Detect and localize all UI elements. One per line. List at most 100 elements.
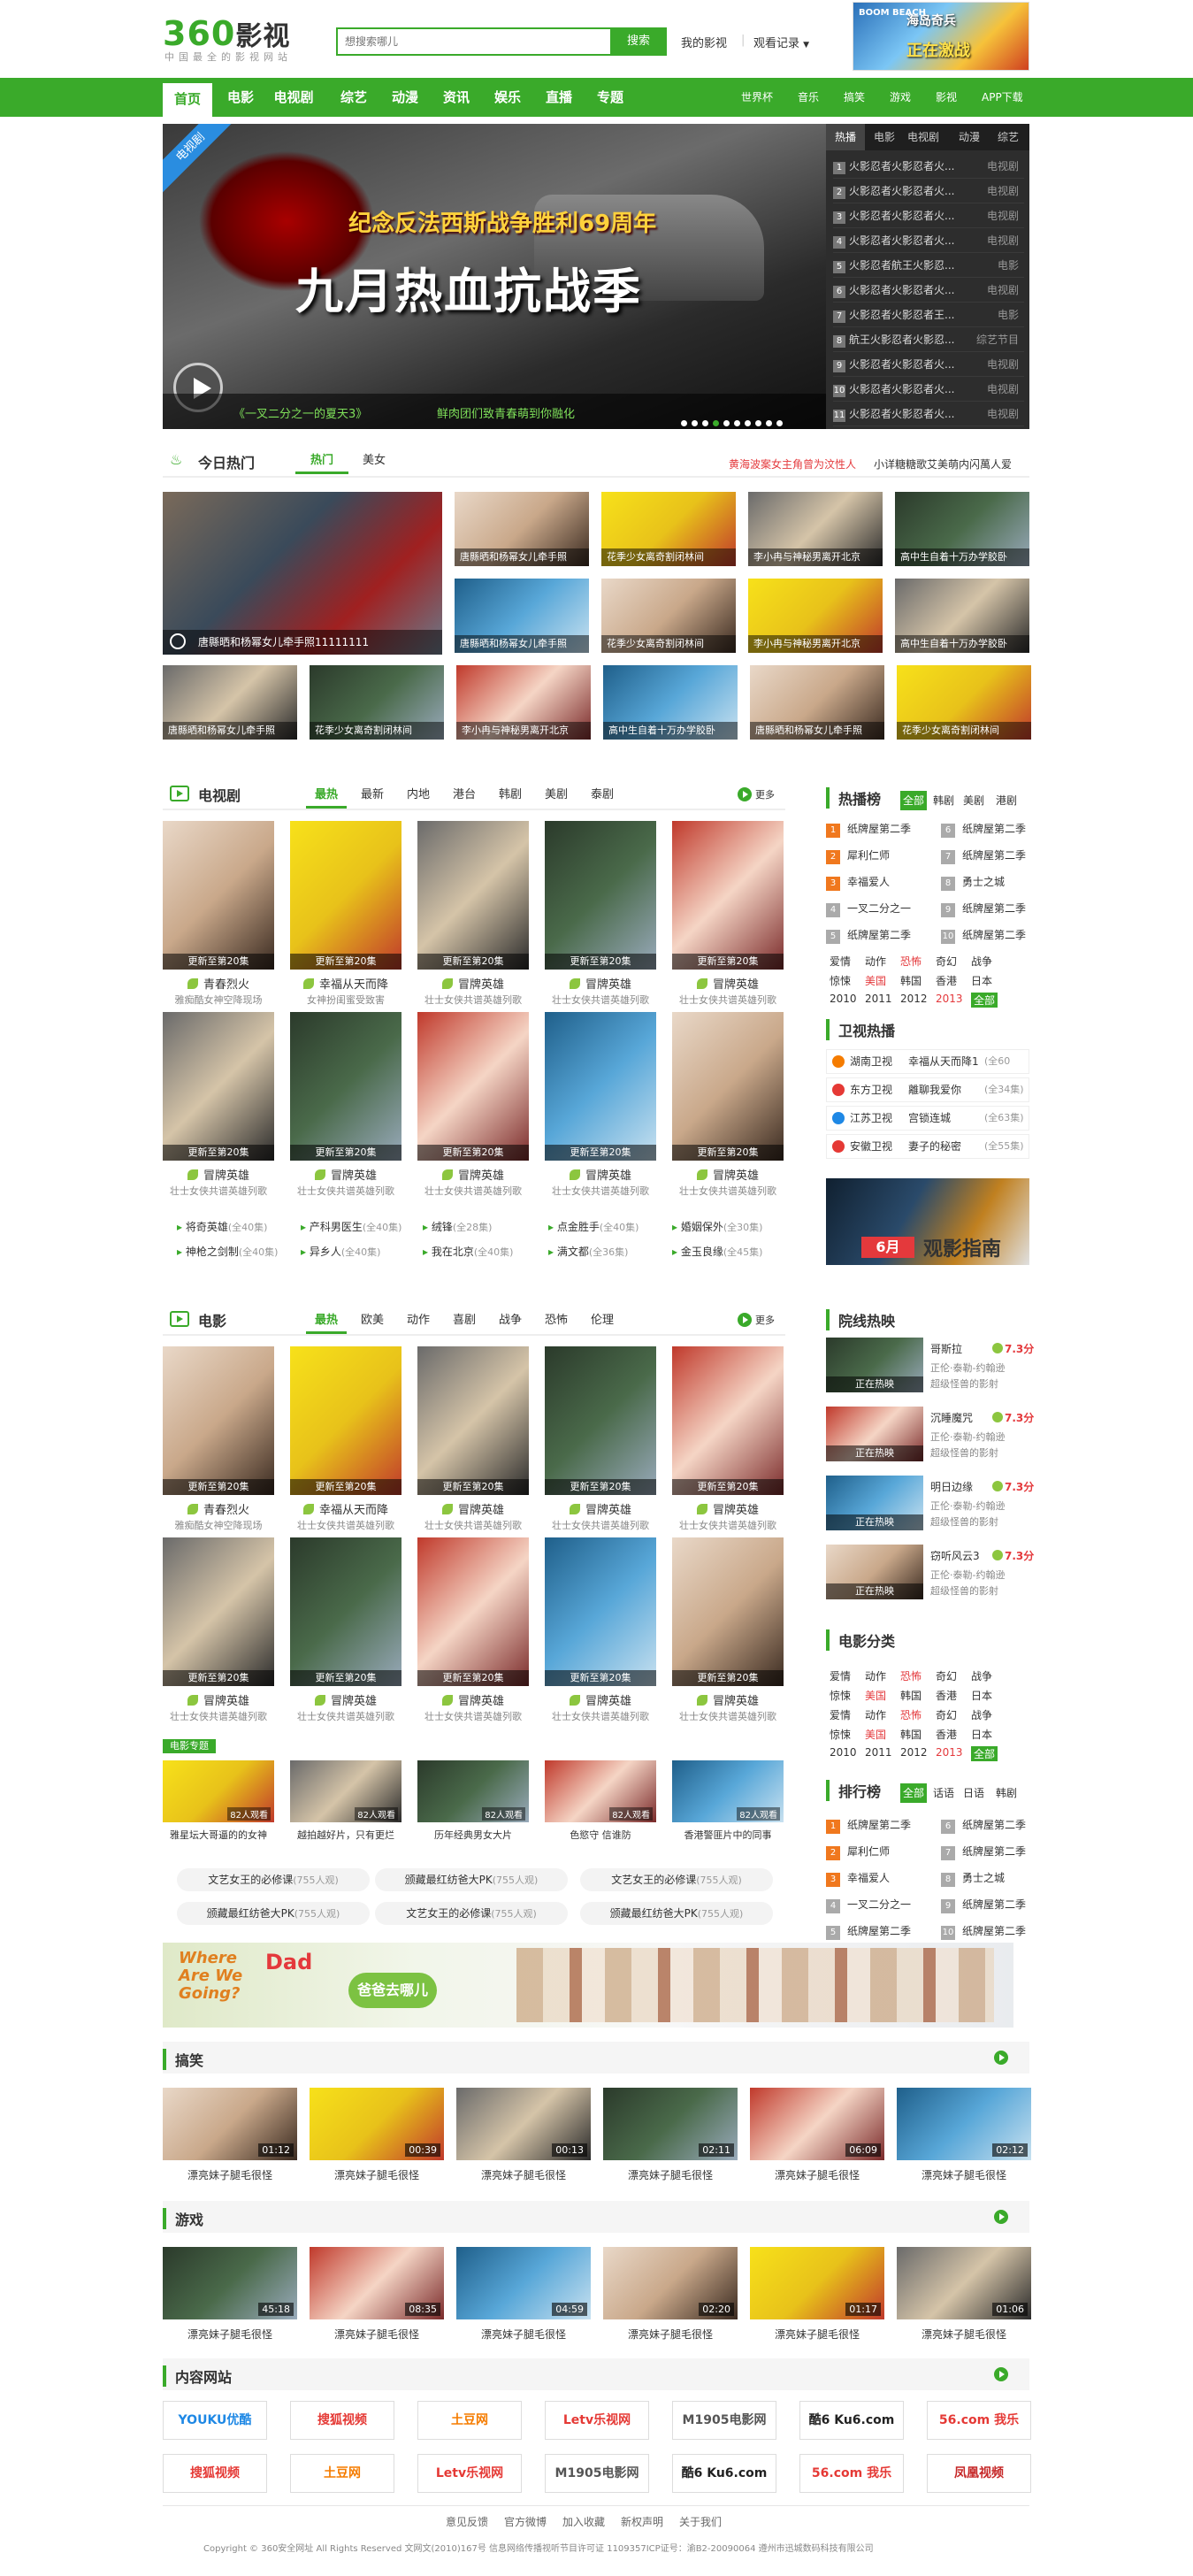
nav-ent[interactable]: 娱乐 xyxy=(483,78,532,117)
nav-game[interactable]: 游戏 xyxy=(890,78,911,117)
partner-logo[interactable]: 搜狐视频 xyxy=(163,2454,267,2493)
class-link[interactable]: 爱情 xyxy=(830,1668,851,1683)
class-link[interactable]: 恐怖 xyxy=(900,954,922,969)
rank-item[interactable]: 1 纸牌屋第二季 xyxy=(826,819,911,839)
nav-funny[interactable]: 搞笑 xyxy=(844,78,865,117)
tv-link[interactable]: ▸ 神枪之剑制(全40集) xyxy=(177,1244,278,1259)
class-link[interactable]: 惊悚 xyxy=(830,973,851,988)
tab-western[interactable]: 欧美 xyxy=(352,1307,393,1334)
pager-dot[interactable] xyxy=(734,420,740,426)
hot-row[interactable]: 7 火影忍者火影忍者王... 电影 xyxy=(833,303,1024,327)
special-title[interactable]: 色慾守 信谁防 xyxy=(545,1828,656,1842)
class-link[interactable]: 日本 xyxy=(971,1727,992,1742)
partner-logo[interactable]: 56.com 我乐 xyxy=(927,2401,1031,2440)
today-thumb[interactable]: 唐縣晒和杨幂女儿牵手照 xyxy=(163,665,297,740)
footer-link[interactable]: 关于我们 xyxy=(679,2514,722,2529)
cinema-thumb[interactable]: 正在热映 xyxy=(826,1545,923,1599)
news-link[interactable]: 黄海波案女主角曾为汶性人 xyxy=(729,456,856,472)
class-link[interactable]: 韩国 xyxy=(900,1688,922,1703)
rank-item[interactable]: 4 一叉二分之一 xyxy=(826,899,911,918)
banner-caption-right[interactable]: 鲜肉团们致青春萌到你融化 xyxy=(437,404,575,421)
class-link[interactable]: 美国 xyxy=(865,1727,886,1742)
class-link[interactable]: 战争 xyxy=(971,1707,992,1722)
rank-item[interactable]: 10 纸牌屋第二季 xyxy=(941,925,1026,945)
today-thumb[interactable]: 花季少女离奇割闭林间 xyxy=(310,665,444,740)
hot-row[interactable]: 6 火影忍者火影忍者火... 电视剧 xyxy=(833,278,1024,303)
class-link[interactable]: 战争 xyxy=(971,1668,992,1683)
rank-tab-korean[interactable]: 韩剧 xyxy=(930,791,957,810)
partner-logo[interactable]: 土豆网 xyxy=(290,2454,394,2493)
rank-item[interactable]: 6 纸牌屋第二季 xyxy=(941,819,1026,839)
class-link[interactable]: 日本 xyxy=(971,973,992,988)
tab-horror[interactable]: 恐怖 xyxy=(536,1307,577,1334)
video-thumb[interactable]: 01:12 xyxy=(163,2088,297,2160)
class-link[interactable]: 2012 xyxy=(900,993,928,1005)
pager-dot[interactable] xyxy=(681,420,687,426)
tv-link[interactable]: ▸ 满文都(全36集) xyxy=(548,1244,628,1259)
tv-link[interactable]: ▸ 将奇英雄(全40集) xyxy=(177,1219,267,1234)
poster[interactable]: 更新至第20集 xyxy=(290,1346,401,1495)
class-link[interactable]: 奇幻 xyxy=(936,1707,957,1722)
video-title[interactable]: 漂亮妹子腿毛很怪 xyxy=(897,2167,1031,2182)
poster[interactable]: 更新至第20集 xyxy=(545,1012,656,1161)
cinema-title[interactable]: 明日边缘 xyxy=(930,1479,973,1494)
video-title[interactable]: 漂亮妹子腿毛很怪 xyxy=(456,2327,591,2342)
guide-ad[interactable]: 6月 观影指南 xyxy=(826,1178,1029,1265)
nav-film[interactable]: 影视 xyxy=(936,78,957,117)
class-link[interactable]: 恐怖 xyxy=(900,1668,922,1683)
tab-hktw[interactable]: 港台 xyxy=(444,782,485,809)
nav-app[interactable]: APP下载 xyxy=(982,78,1023,117)
more-arrow-icon[interactable] xyxy=(738,787,752,801)
tab-action[interactable]: 动作 xyxy=(398,1307,439,1334)
cinema-thumb[interactable]: 正在热映 xyxy=(826,1407,923,1461)
poster-title[interactable]: 幸福从天而降 xyxy=(290,975,401,992)
class-link[interactable]: 美国 xyxy=(865,973,886,988)
special-thumb[interactable]: 82人观看 xyxy=(163,1760,274,1822)
video-thumb[interactable]: 00:13 xyxy=(456,2088,591,2160)
hot-row[interactable]: 2 火影忍者火影忍者火... 电视剧 xyxy=(833,179,1024,203)
tv-link[interactable]: ▸ 婚姻保外(全30集) xyxy=(672,1219,762,1234)
video-thumb[interactable]: 02:20 xyxy=(603,2247,738,2319)
partner-logo[interactable]: Letv乐视网 xyxy=(417,2454,522,2493)
rank-item[interactable]: 3 幸福爱人 xyxy=(826,1868,890,1888)
poster[interactable]: 更新至第20集 xyxy=(417,821,529,970)
hot-row[interactable]: 1 火影忍者火影忍者火... 电视剧 xyxy=(833,154,1024,179)
video-title[interactable]: 漂亮妹子腿毛很怪 xyxy=(163,2327,297,2342)
poster-title[interactable]: 冒牌英雄 xyxy=(545,1166,656,1183)
rank-item[interactable]: 8 勇士之城 xyxy=(941,1868,1005,1888)
more-link[interactable]: 更多 xyxy=(755,787,775,801)
class-link[interactable]: 2010 xyxy=(830,1746,857,1759)
tab-us[interactable]: 美剧 xyxy=(536,782,577,809)
today-thumb[interactable]: 李小冉与神秘男离开北京 xyxy=(748,579,883,653)
class-link[interactable]: 韩国 xyxy=(900,973,922,988)
poster[interactable]: 更新至第20集 xyxy=(545,821,656,970)
rank-item[interactable]: 9 纸牌屋第二季 xyxy=(941,1895,1026,1914)
video-thumb[interactable]: 06:09 xyxy=(750,2088,884,2160)
pager-dot[interactable] xyxy=(755,420,761,426)
poster-title[interactable]: 冒牌英雄 xyxy=(163,1166,274,1183)
today-thumb[interactable]: 唐縣晒和杨幂女儿牵手照 xyxy=(750,665,884,740)
nav-live[interactable]: 直播 xyxy=(534,78,584,117)
nav-movie[interactable]: 电影 xyxy=(216,78,265,117)
special-thumb[interactable]: 82人观看 xyxy=(672,1760,784,1822)
special-title[interactable]: 香港警匪片中的同事 xyxy=(672,1828,784,1842)
tab-comedy[interactable]: 喜剧 xyxy=(444,1307,485,1334)
today-big-thumb[interactable]: 唐縣晒和杨幂女儿牵手照11111111 xyxy=(163,492,442,655)
footer-link[interactable]: 新权声明 xyxy=(621,2514,663,2529)
video-thumb[interactable]: 01:06 xyxy=(897,2247,1031,2319)
partner-logo[interactable]: Letv乐视网 xyxy=(545,2401,649,2440)
rank-item[interactable]: 6 纸牌屋第二季 xyxy=(941,1815,1026,1835)
rank-tab-jp[interactable]: 日语 xyxy=(960,1783,987,1803)
rank-item[interactable]: 1 纸牌屋第二季 xyxy=(826,1815,911,1835)
special-thumb[interactable]: 82人观看 xyxy=(545,1760,656,1822)
class-link[interactable]: 动作 xyxy=(865,1707,886,1722)
special-title[interactable]: 雅星坛大哥逼的的女神 xyxy=(163,1828,274,1842)
class-link[interactable]: 香港 xyxy=(936,973,957,988)
satellite-row[interactable]: 东方卫视 離聊我爱你 (全34集) xyxy=(826,1077,1029,1102)
nav-news[interactable]: 资讯 xyxy=(432,78,481,117)
nav-worldcup[interactable]: 世界杯 xyxy=(741,78,773,117)
class-link[interactable]: 2011 xyxy=(865,1746,892,1759)
video-title[interactable]: 漂亮妹子腿毛很怪 xyxy=(603,2167,738,2182)
poster[interactable]: 更新至第20集 xyxy=(290,1537,401,1686)
poster[interactable]: 更新至第20集 xyxy=(672,821,784,970)
